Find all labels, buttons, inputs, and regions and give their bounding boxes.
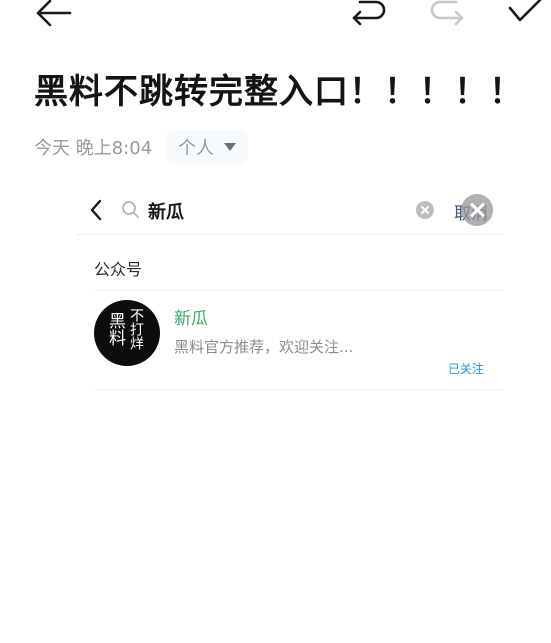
- undo-icon[interactable]: [350, 0, 388, 30]
- divider: [94, 290, 502, 291]
- follow-status: 已关注: [447, 362, 484, 376]
- divider: [94, 389, 502, 390]
- avatar-text-left: 黑料: [105, 312, 125, 346]
- dropdown-caret-icon: [224, 143, 237, 151]
- chevron-left-icon: [90, 199, 102, 221]
- avatar-text-right: 不打烊: [128, 308, 144, 350]
- folder-label: 个人: [178, 138, 215, 159]
- avatar: 黑料 不打烊: [94, 300, 160, 366]
- check-icon[interactable]: [506, 0, 542, 30]
- clear-icon: [416, 201, 434, 219]
- section-label: 公众号: [94, 260, 143, 279]
- toolbar: [0, 0, 551, 34]
- email-subject: 黑料不跳转完整入口！！！！！: [34, 72, 524, 112]
- back-arrow-icon[interactable]: [32, 0, 72, 30]
- redo-icon[interactable]: [428, 0, 466, 30]
- search-bar: 新瓜 取消: [76, 188, 504, 235]
- account-name: 新瓜: [174, 309, 208, 329]
- account-description: 黑料官方推荐，欢迎关注...: [174, 338, 354, 356]
- email-date: 今天 晚上8:04: [34, 138, 153, 159]
- email-meta: 今天 晚上8:04 个人: [34, 130, 249, 164]
- account-result: 黑料 不打烊 新瓜 黑料官方推荐，欢迎关注... 已关注: [94, 300, 502, 388]
- search-query: 新瓜: [148, 202, 184, 223]
- close-icon[interactable]: [461, 194, 493, 226]
- search-icon: [122, 201, 139, 218]
- embedded-screenshot: 新瓜 取消 公众号 黑料 不打烊 新瓜 黑料官方推荐，欢迎关注... 已关注: [76, 188, 504, 398]
- folder-selector[interactable]: 个人: [166, 130, 249, 164]
